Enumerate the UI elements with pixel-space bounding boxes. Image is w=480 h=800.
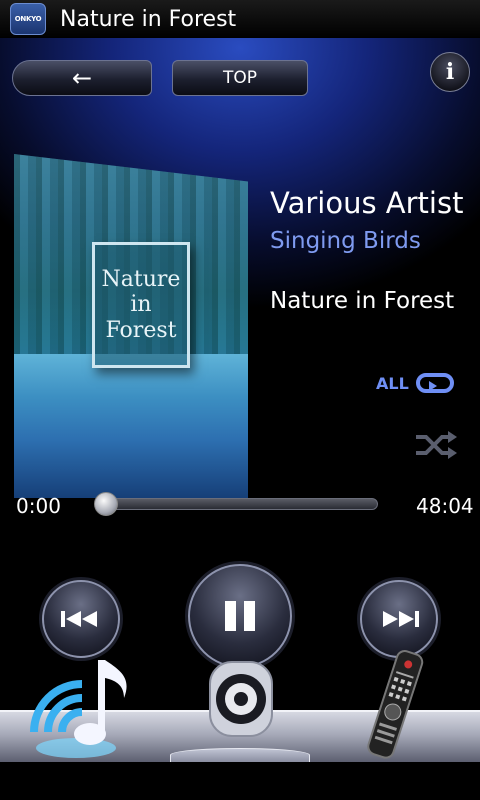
back-button[interactable]: ← [12,60,152,96]
info-button[interactable]: i [430,52,470,92]
repeat-mode-label: ALL [376,373,409,393]
arrow-left-icon: ← [71,64,93,92]
title-bar: ONKYO Nature in Forest [0,0,480,38]
dock-music-button[interactable] [24,650,136,760]
remote-control-icon [367,650,424,759]
dock-remote-button[interactable] [364,646,424,764]
pause-icon [225,601,255,631]
elapsed-time: 0:00 [16,494,61,518]
pause-button[interactable] [188,564,292,668]
album-art-water [14,353,248,498]
previous-track-button[interactable] [42,580,120,658]
repeat-icon [415,373,454,393]
album-art-line-3: Forest [105,317,177,343]
seek-handle[interactable] [94,492,118,516]
music-network-icon [30,660,127,758]
info-icon: i [445,59,455,85]
album-art: Nature in Forest [14,154,248,498]
dock-speaker-button[interactable] [204,658,278,740]
dock-handle[interactable] [170,748,310,762]
app-title: Nature in Forest [60,6,237,32]
album-art-line-2: in [130,292,152,318]
total-time: 48:04 [416,494,474,518]
top-button[interactable]: TOP [172,60,308,96]
speaker-icon [209,661,273,737]
seek-bar[interactable] [102,498,378,510]
shuffle-icon [416,431,457,459]
album-art-title-box: Nature in Forest [92,242,190,368]
album-art-line-1: Nature [101,267,181,293]
track-title: Nature in Forest [270,288,455,314]
shuffle-button[interactable] [414,430,458,460]
repeat-button[interactable]: ALL [376,372,455,394]
artist-name: Various Artist [270,186,464,220]
app-logo: ONKYO [10,3,46,35]
skip-next-icon [383,611,419,627]
album-name: Singing Birds [270,228,421,254]
skip-previous-icon [61,611,97,627]
